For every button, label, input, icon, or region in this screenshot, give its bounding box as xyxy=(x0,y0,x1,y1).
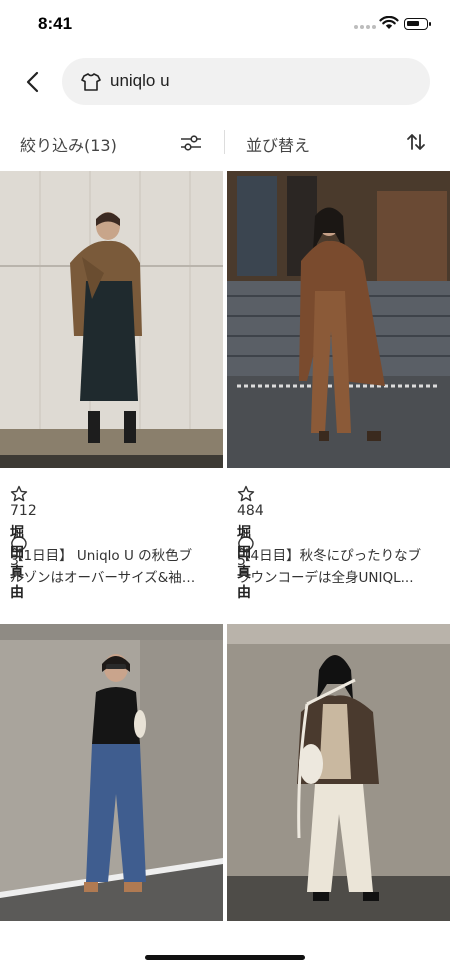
like-count: 484 xyxy=(237,503,264,519)
filter-sort-bar: 絞り込み(13) 並び替え xyxy=(0,124,450,160)
search-query: uniqlo u xyxy=(110,71,170,90)
post-photo[interactable] xyxy=(227,171,450,468)
status-time: 8:41 xyxy=(38,14,73,33)
like-count: 712 xyxy=(10,503,37,519)
star-icon[interactable] xyxy=(237,485,255,503)
post-photo[interactable] xyxy=(0,624,223,921)
signal-icon xyxy=(354,23,378,29)
star-icon[interactable] xyxy=(10,485,28,503)
sort-button[interactable]: 並び替え xyxy=(246,132,310,156)
post-description-line: ルゾンはオーバーサイズ&袖… xyxy=(10,570,196,586)
tshirt-icon xyxy=(81,73,101,91)
post-description[interactable]: 【4日目】秋冬にぴったりなブ ラウンコーデは全身UNIQL... xyxy=(237,545,449,589)
toolbar-divider xyxy=(224,130,225,154)
chevron-left-icon[interactable] xyxy=(22,70,46,94)
battery-icon xyxy=(404,18,431,30)
wifi-icon xyxy=(379,16,399,29)
post-description-line: 【4日目】秋冬にぴったりなブ xyxy=(237,548,422,564)
post-description-line: ラウンコーデは全身UNIQL... xyxy=(237,570,414,586)
post-description[interactable]: 【1日目】 Uniqlo U の秋色ブ ルゾンはオーバーサイズ&袖… xyxy=(10,545,222,589)
status-bar: 8:41 xyxy=(0,0,450,48)
post-photo[interactable] xyxy=(227,624,450,921)
search-input[interactable]: uniqlo u xyxy=(62,58,430,105)
filter-button[interactable]: 絞り込み(13) xyxy=(20,132,117,156)
post-description-line: 【1日目】 Uniqlo U の秋色ブ xyxy=(10,548,193,564)
home-indicator xyxy=(145,955,305,960)
sort-arrows-icon[interactable] xyxy=(405,132,427,152)
post-photo[interactable] xyxy=(0,171,223,468)
filter-sliders-icon[interactable] xyxy=(180,133,202,153)
